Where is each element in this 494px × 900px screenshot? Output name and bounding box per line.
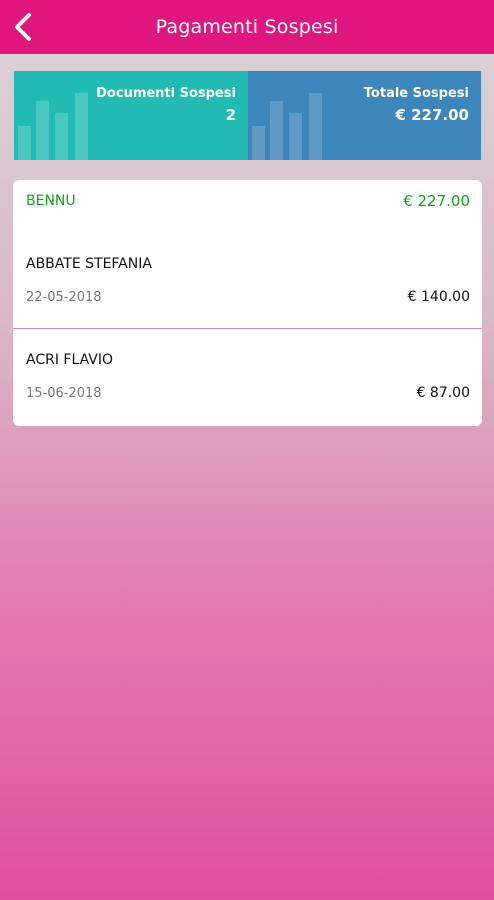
document-date: 15-06-2018 <box>26 386 102 401</box>
list-item[interactable]: ACRI FLAVIO 15-06-2018 € 87.00 <box>13 330 482 426</box>
documents-count: 2 <box>225 106 236 124</box>
documents-label: Documenti Sospesi <box>96 86 236 101</box>
customer-name: ABBATE STEFANIA <box>26 256 152 272</box>
group-header[interactable]: BENNU € 227.00 <box>13 180 482 224</box>
documents-tile: Documenti Sospesi 2 <box>14 71 248 160</box>
list-item[interactable]: ABBATE STEFANIA 22-05-2018 € 140.00 <box>13 234 482 329</box>
document-date: 22-05-2018 <box>26 290 102 305</box>
total-tile: Totale Sospesi € 227.00 <box>248 71 481 160</box>
total-amount: € 227.00 <box>395 106 469 124</box>
back-button[interactable] <box>6 9 40 45</box>
customer-name: ACRI FLAVIO <box>26 352 113 368</box>
document-amount: € 87.00 <box>416 385 470 401</box>
document-amount: € 140.00 <box>407 289 470 305</box>
bar-chart-icon <box>18 93 88 160</box>
chevron-left-icon <box>15 13 31 41</box>
group-total: € 227.00 <box>403 192 470 210</box>
group-name: BENNU <box>26 193 76 209</box>
page-title: Pagamenti Sospesi <box>155 16 339 38</box>
total-label: Totale Sospesi <box>363 86 469 101</box>
pending-payments-card: BENNU € 227.00 ABBATE STEFANIA 22-05-201… <box>13 180 482 426</box>
summary-panel: Documenti Sospesi 2 Totale Sospesi € 227… <box>14 71 481 160</box>
app-header: Pagamenti Sospesi <box>0 0 494 54</box>
